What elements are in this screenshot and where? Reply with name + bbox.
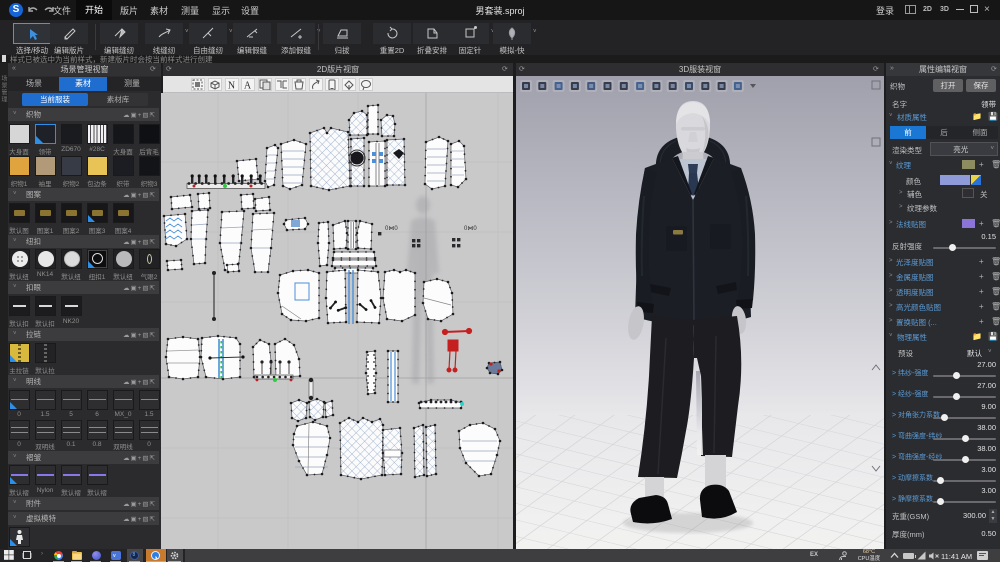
svg-text:N: N [228,81,235,91]
svg-text:A: A [244,81,252,91]
svg-text:0⋈0: 0⋈0 [385,226,398,232]
svg-text:0⋈0: 0⋈0 [464,226,477,232]
